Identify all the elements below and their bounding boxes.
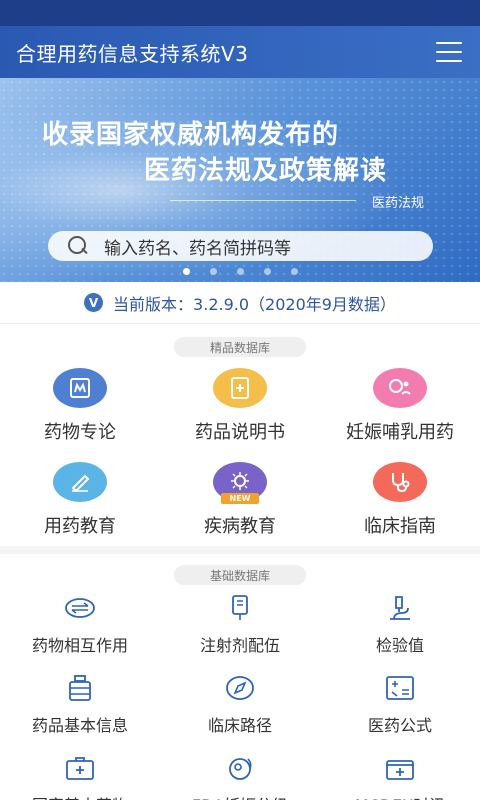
premium-item-medication-education[interactable]: 用药教育 — [0, 462, 160, 538]
premium-database-section: 精品数据库 药物专论 药品说明书 妊娠哺乳用药 用药教育 NEW 疾病教育 临床… — [0, 324, 480, 546]
item-label: 临床路径 — [207, 716, 272, 735]
item-label: 检验值 — [375, 636, 424, 655]
microscope-icon — [383, 594, 417, 622]
item-label: 用药教育 — [44, 516, 116, 537]
item-label: 妊娠哺乳用药 — [346, 422, 454, 443]
version-row: V 当前版本：3.2.9.0（2020年9月数据） — [0, 282, 480, 324]
infusion-icon — [223, 594, 257, 622]
basic-item-clinical-pathway[interactable]: 临床路径 — [160, 674, 320, 736]
search-input[interactable]: 输入药名、药名简拼码等 — [48, 231, 433, 261]
app-title: 合理用药信息支持系统V3 — [16, 41, 249, 66]
premium-item-monograph[interactable]: 药物专论 — [0, 368, 160, 444]
item-label: FDA妊娠分级 — [192, 792, 288, 800]
banner-headline-2: 医药法规及政策解读 — [144, 156, 388, 186]
item-label: 药品说明书 — [195, 422, 285, 443]
pager-dot[interactable] — [290, 268, 298, 275]
banner-pager — [0, 268, 480, 275]
interaction-icon — [63, 594, 97, 622]
new-badge: NEW — [221, 493, 259, 504]
pager-dot[interactable] — [263, 268, 271, 275]
version-icon: V — [84, 293, 104, 312]
hamburger-icon[interactable] — [436, 42, 462, 62]
banner-divider — [170, 200, 356, 201]
section-label: 基础数据库 — [174, 565, 306, 585]
pregnancy-icon — [373, 368, 427, 408]
search-icon — [68, 236, 88, 256]
basic-item-fda-pregnancy[interactable]: FDA妊娠分级 — [160, 754, 320, 800]
basic-item-mcdex-news[interactable]: MCDEX时讯 — [320, 754, 480, 800]
basic-database-section: 基础数据库 药物相互作用 注射剂配伍 检验值 药品基本信息 临床路径 医药公式 — [0, 554, 480, 800]
banner[interactable]: 收录国家权威机构发布的 医药法规及政策解读 医药法规 输入药名、药名简拼码等 — [0, 78, 480, 282]
pager-dot[interactable] — [209, 268, 217, 275]
item-label: 临床指南 — [364, 516, 436, 537]
item-label: 注射剂配伍 — [199, 636, 280, 655]
compass-icon — [223, 674, 257, 702]
basic-item-injection-compatibility[interactable]: 注射剂配伍 — [160, 594, 320, 656]
pager-dot[interactable] — [182, 268, 190, 275]
search-placeholder: 输入药名、药名简拼码等 — [104, 238, 291, 259]
premium-item-disease-education[interactable]: NEW 疾病教育 — [160, 462, 320, 538]
basic-item-drug-interaction[interactable]: 药物相互作用 — [0, 594, 160, 656]
basic-item-medical-formula[interactable]: 医药公式 — [320, 674, 480, 736]
news-kit-icon — [383, 754, 417, 782]
item-label: 药品基本信息 — [31, 716, 128, 735]
section-divider — [0, 546, 480, 554]
medicine-bottle-icon — [63, 674, 97, 702]
section-label: 精品数据库 — [174, 337, 306, 357]
item-label: 疾病教育 — [204, 516, 276, 537]
monograph-icon — [53, 368, 107, 408]
stethoscope-icon — [373, 462, 427, 502]
basic-item-drug-basic-info[interactable]: 药品基本信息 — [0, 674, 160, 736]
basic-item-essential-drugs[interactable]: 国家基本药物 — [0, 754, 160, 800]
item-label: MCDEX时讯 — [355, 792, 445, 800]
pager-dot[interactable] — [236, 268, 244, 275]
pen-icon — [53, 462, 107, 502]
fetus-icon — [223, 754, 257, 782]
version-text: 当前版本：3.2.9.0（2020年9月数据） — [113, 294, 396, 314]
premium-item-pregnancy[interactable]: 妊娠哺乳用药 — [320, 368, 480, 444]
basic-item-lab-values[interactable]: 检验值 — [320, 594, 480, 656]
item-label: 国家基本药物 — [32, 792, 128, 800]
item-label: 医药公式 — [367, 716, 432, 735]
premium-item-leaflet[interactable]: 药品说明书 — [160, 368, 320, 444]
item-label: 药物相互作用 — [31, 636, 128, 655]
leaflet-icon — [213, 368, 267, 408]
medical-kit-icon — [63, 754, 97, 782]
app-header: 合理用药信息支持系统V3 — [0, 26, 480, 78]
virus-icon: NEW — [213, 462, 267, 504]
premium-item-clinical-guideline[interactable]: 临床指南 — [320, 462, 480, 538]
banner-headline-1: 收录国家权威机构发布的 — [42, 120, 340, 150]
item-label: 药物专论 — [44, 422, 116, 443]
banner-tag: 医药法规 — [372, 196, 425, 211]
formula-icon — [383, 674, 417, 702]
status-bar — [0, 0, 480, 26]
